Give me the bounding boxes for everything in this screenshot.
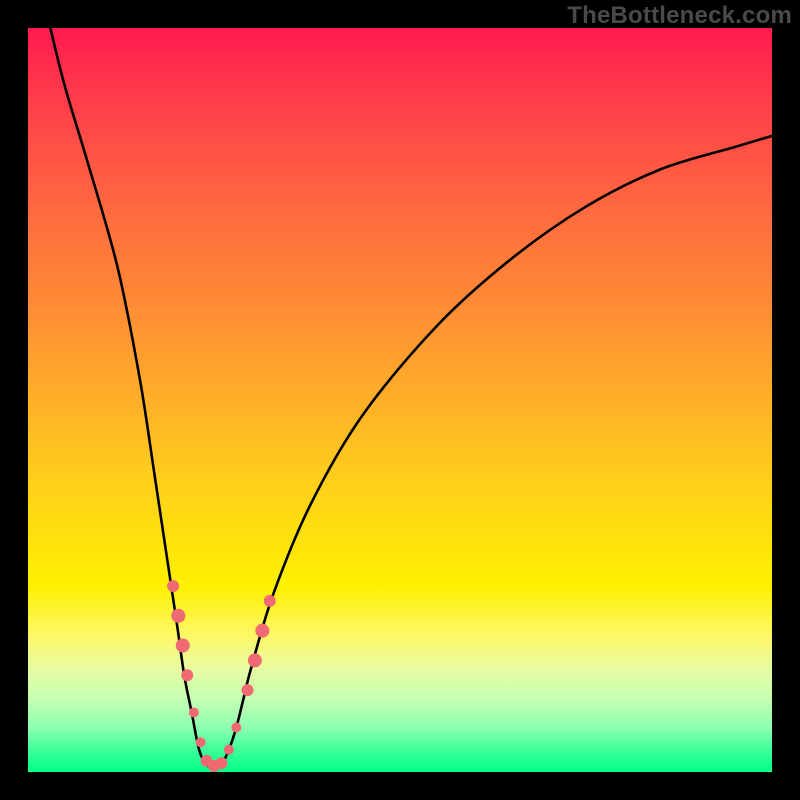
data-marker (264, 595, 276, 607)
chart-frame: TheBottleneck.com (0, 0, 800, 800)
data-marker (189, 707, 199, 717)
data-marker (231, 722, 241, 732)
data-marker (196, 737, 206, 747)
data-markers (167, 580, 276, 772)
plot-area (28, 28, 772, 772)
data-marker (176, 639, 190, 653)
data-marker (171, 609, 185, 623)
data-marker (215, 757, 227, 769)
bottleneck-curve (50, 28, 772, 768)
data-marker (181, 669, 193, 681)
chart-svg (28, 28, 772, 772)
data-marker (167, 580, 179, 592)
data-marker (224, 745, 234, 755)
data-marker (241, 684, 253, 696)
watermark-label: TheBottleneck.com (567, 2, 792, 30)
data-marker (255, 624, 269, 638)
data-marker (248, 653, 262, 667)
